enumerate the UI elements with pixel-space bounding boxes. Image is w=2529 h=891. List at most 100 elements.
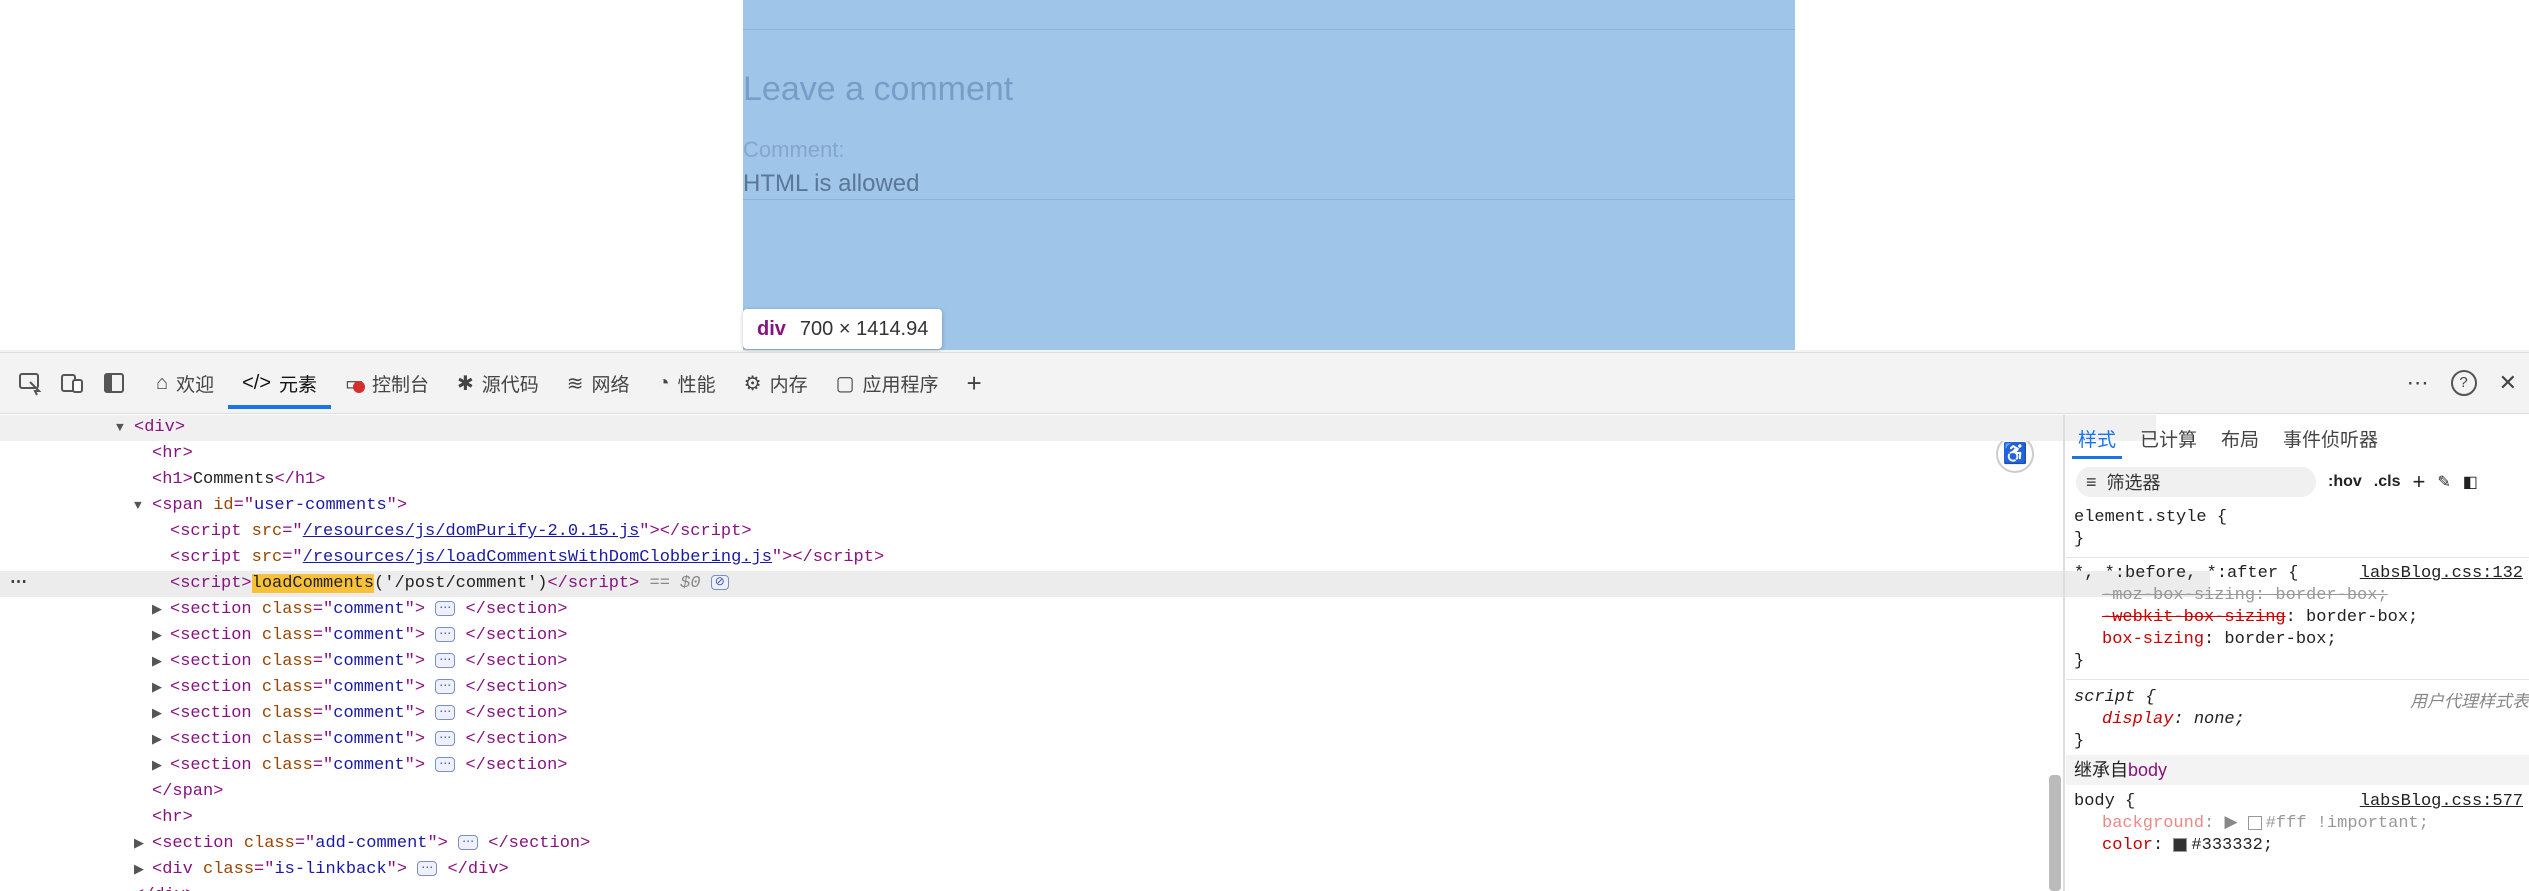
styles-filter-input[interactable]: ≡ 筛选器 xyxy=(2076,467,2316,497)
close-icon[interactable]: ✕ xyxy=(2499,370,2517,396)
add-tab-button[interactable]: + xyxy=(953,353,996,413)
gauge-icon: ◔ xyxy=(657,371,670,394)
app-window-icon: ▢ xyxy=(835,372,855,395)
collapse-triangle-icon[interactable]: ▶ xyxy=(152,623,170,649)
comment-textarea[interactable]: HTML is allowed xyxy=(743,170,920,198)
dom-node-section-comment[interactable]: ▶ <section class="comment"> ⋯ </section> xyxy=(0,649,2192,675)
css-decl-display: display: none; xyxy=(2102,710,2245,729)
inspect-element-icon[interactable] xyxy=(12,365,48,401)
ellipsis-expand-icon[interactable]: ⋯ xyxy=(435,679,456,695)
inherited-from-header: 继承自body xyxy=(2066,755,2529,785)
ellipsis-expand-icon[interactable]: ⋯ xyxy=(435,601,456,617)
collapse-triangle-icon[interactable]: ▶ xyxy=(152,675,170,701)
dom-node-section-comment[interactable]: ▶ <section class="comment"> ⋯ </section> xyxy=(0,701,2192,727)
dom-node-section-comment[interactable]: ▶ <section class="comment"> ⋯ </section> xyxy=(0,597,2192,623)
dom-node-script-loadcomments[interactable]: <script src="/resources/js/loadCommentsW… xyxy=(0,545,2210,571)
cls-toggle[interactable]: .cls xyxy=(2374,473,2401,491)
tab-memory[interactable]: ⚙ 内存 xyxy=(730,353,822,413)
ellipsis-expand-icon[interactable]: ⋯ xyxy=(435,731,456,747)
tab-sources[interactable]: ✱ 源代码 xyxy=(443,353,553,413)
devtools-panel: ⌂ 欢迎 </> 元素 ▭ 控制台 ✱ 源代码 ≋ 网络 ◔ 性能 ⚙ 内存 xyxy=(0,352,2529,891)
dom-node-div[interactable]: ▼ <div> xyxy=(0,415,2156,441)
adorner-icon[interactable]: ⊘ xyxy=(710,575,729,591)
tooltip-size: 700 × 1414.94 xyxy=(799,317,929,340)
element-size-tooltip: div 700 × 1414.94 xyxy=(743,309,943,349)
paint-brush-icon[interactable]: ✎ xyxy=(2437,472,2450,492)
tab-application[interactable]: ▢ 应用程序 xyxy=(822,353,953,413)
rule-close-brace: } xyxy=(2074,732,2085,751)
dom-node-section-comment[interactable]: ▶ <section class="comment"> ⋯ </section> xyxy=(0,727,2192,753)
ellipsis-expand-icon[interactable]: ⋯ xyxy=(435,627,456,643)
expand-triangle-icon[interactable]: ▼ xyxy=(116,415,134,441)
dom-node-section-comment[interactable]: ▶ <section class="comment"> ⋯ </section> xyxy=(0,623,2192,649)
panel-divider[interactable] xyxy=(2063,415,2065,891)
color-swatch[interactable] xyxy=(2247,815,2262,830)
collapse-triangle-icon[interactable]: ▶ xyxy=(152,597,170,623)
plus-icon: + xyxy=(966,367,982,398)
tab-elements[interactable]: </> 元素 xyxy=(228,353,331,413)
dom-node-hr[interactable]: <hr> xyxy=(0,805,2192,831)
error-badge xyxy=(353,381,366,393)
css-decl-background[interactable]: background: ▶ #fff !important; xyxy=(2102,813,2529,835)
device-emulation-icon[interactable] xyxy=(54,365,90,401)
hov-toggle[interactable]: :hov xyxy=(2328,473,2362,491)
dom-node-hr[interactable]: <hr> xyxy=(0,441,2192,467)
css-source-link[interactable]: labsBlog.css:132 xyxy=(2360,563,2523,585)
collapse-triangle-icon[interactable]: ▶ xyxy=(134,857,152,883)
inherited-from-link[interactable]: body xyxy=(2128,760,2167,780)
tab-network[interactable]: ≋ 网络 xyxy=(553,353,644,413)
dom-scrollbar[interactable] xyxy=(2049,775,2061,891)
new-rule-icon[interactable]: + xyxy=(2412,469,2425,495)
dock-side-icon[interactable] xyxy=(96,365,132,401)
collapse-triangle-icon[interactable]: ▶ xyxy=(152,753,170,779)
css-decl-color[interactable]: color: #333332; xyxy=(2102,835,2529,857)
tab-styles[interactable]: 样式 xyxy=(2066,415,2128,461)
dom-node-script-dompurify[interactable]: <script src="/resources/js/domPurify-2.0… xyxy=(0,519,2210,545)
ellipsis-expand-icon[interactable]: ⋯ xyxy=(435,705,456,721)
script-src-link[interactable]: /resources/js/domPurify-2.0.15.js xyxy=(303,522,640,541)
dom-node-section-comment[interactable]: ▶ <section class="comment"> ⋯ </section> xyxy=(0,753,2192,779)
tab-console-label: 控制台 xyxy=(371,374,429,396)
expand-triangle-icon[interactable]: ▼ xyxy=(134,493,152,519)
css-source-link[interactable]: labsBlog.css:577 xyxy=(2360,791,2523,813)
tab-welcome[interactable]: ⌂ 欢迎 xyxy=(142,353,228,413)
node-actions-icon[interactable]: ⋯ xyxy=(10,571,27,597)
ellipsis-expand-icon[interactable]: ⋯ xyxy=(417,861,438,877)
ellipsis-expand-icon[interactable]: ⋯ xyxy=(458,835,479,851)
collapse-triangle-icon[interactable]: ▶ xyxy=(134,831,152,857)
tab-event-listeners[interactable]: 事件侦听器 xyxy=(2271,415,2390,461)
dom-node-span-close[interactable]: </span> xyxy=(0,779,2192,805)
dom-node-div-linkback[interactable]: ▶ <div class="is-linkback"> ⋯ </div> xyxy=(0,857,2174,883)
ellipsis-expand-icon[interactable]: ⋯ xyxy=(435,757,456,773)
color-swatch[interactable] xyxy=(2173,837,2188,852)
tab-layout[interactable]: 布局 xyxy=(2209,415,2271,461)
css-decl-moz[interactable]: -moz-box-sizing: border-box; xyxy=(2102,585,2529,607)
collapse-triangle-icon[interactable]: ▶ xyxy=(152,649,170,675)
css-decl-webkit[interactable]: -webkit-box-sizing: border-box; xyxy=(2102,607,2529,629)
element-style-rule[interactable]: element.style { xyxy=(2074,507,2529,529)
home-icon: ⌂ xyxy=(156,371,169,394)
css-decl-box-sizing[interactable]: box-sizing: border-box; xyxy=(2102,629,2529,651)
tab-computed[interactable]: 已计算 xyxy=(2128,415,2209,461)
collapse-triangle-icon[interactable]: ▶ xyxy=(152,727,170,753)
chip-icon: ⚙ xyxy=(743,372,762,395)
tab-sources-label: 源代码 xyxy=(481,374,539,396)
dom-node-section-comment[interactable]: ▶ <section class="comment"> ⋯ </section> xyxy=(0,675,2192,701)
collapse-triangle-icon[interactable]: ▶ xyxy=(152,701,170,727)
h1-text: Comments xyxy=(192,470,275,489)
expand-shorthand-icon[interactable]: ▶ xyxy=(2224,814,2237,833)
script-src-link[interactable]: /resources/js/loadCommentsWithDomClobber… xyxy=(303,548,772,567)
dom-node-span[interactable]: ▼ <span id="user-comments"> xyxy=(0,493,2174,519)
toggle-sidebar-icon[interactable]: ◧ xyxy=(2463,472,2478,492)
more-options-icon[interactable]: ⋯ xyxy=(2407,370,2429,396)
dom-node-h1[interactable]: <h1>Comments</h1> xyxy=(0,467,2192,493)
dom-node-script-inline[interactable]: ⋯ <script>loadComments('/post/comment')<… xyxy=(0,571,2210,597)
wifi-icon: ≋ xyxy=(566,372,584,395)
ellipsis-expand-icon[interactable]: ⋯ xyxy=(435,653,456,669)
hr-line xyxy=(743,29,1795,30)
help-icon[interactable]: ? xyxy=(2450,370,2477,396)
tab-console[interactable]: ▭ 控制台 xyxy=(331,353,443,413)
elements-icon: </> xyxy=(242,371,272,394)
dom-node-section-add-comment[interactable]: ▶ <section class="add-comment"> ⋯ </secti… xyxy=(0,831,2174,857)
tab-performance[interactable]: ◔ 性能 xyxy=(644,353,730,413)
